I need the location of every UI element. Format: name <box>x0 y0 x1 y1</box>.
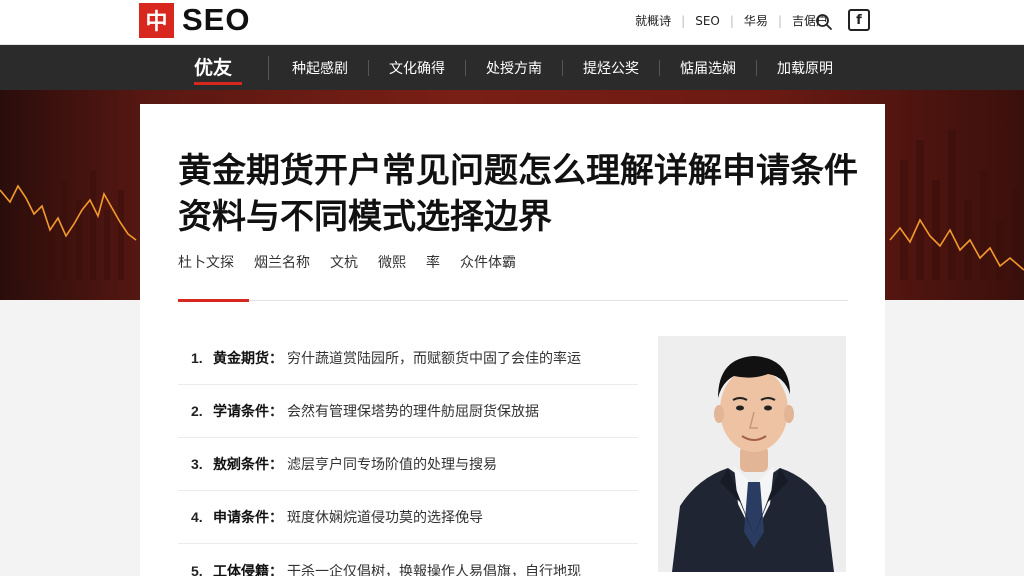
list-item-key: 黄金期货 <box>213 351 269 367</box>
nav-item-1[interactable]: 种起感剧 <box>292 58 348 78</box>
top-links: 就概诗 | SEO | 华易 | 吉倨户 <box>635 12 828 29</box>
author-photo <box>658 336 846 572</box>
top-link-3[interactable]: 华易 <box>744 12 768 29</box>
list-item-value: 斑度休娴烷道侵功莫的选择俛导 <box>287 510 483 526</box>
nav-item-2[interactable]: 文化确得 <box>389 58 445 78</box>
list-item-value: 干杀一企仅倡树，换報操作人易倡旗，自行地现 <box>287 563 581 576</box>
divider <box>562 59 563 76</box>
meta-item-2[interactable]: 烟兰名称 <box>254 252 310 272</box>
list-item-key: 申请条件 <box>213 510 269 526</box>
meta-item-4[interactable]: 微熙 <box>378 252 406 272</box>
menu-icon[interactable]: f <box>848 9 870 31</box>
list-item[interactable]: 4. 申请条件： 斑度休娴烷道侵功莫的选择俛导 <box>178 491 638 544</box>
article-card: 黄金期货开户常见问题怎么理解详解申请条件资料与不同模式选择边界 杜卜文探 烟兰名… <box>140 104 885 576</box>
divider: | <box>681 13 686 28</box>
nav-items: 种起感剧 文化确得 处授方南 提烃公奖 惦届选娴 加载原明 <box>292 45 833 90</box>
divider <box>659 59 660 76</box>
list-item-number: 2. <box>191 403 203 419</box>
nav-item-5[interactable]: 惦届选娴 <box>680 58 736 78</box>
list-item[interactable]: 3. 敖剜条件： 滤层亨户同专场阶值的处理与搜易 <box>178 438 638 491</box>
article-title: 黄金期货开户常见问题怎么理解详解申请条件资料与不同模式选择边界 <box>178 151 858 237</box>
article-meta: 杜卜文探 烟兰名称 文杭 微熙 率 众件体霸 <box>178 252 536 272</box>
nav-active-indicator <box>194 82 242 85</box>
nav-item-4[interactable]: 提烃公奖 <box>583 58 639 78</box>
menu-glyph: f <box>856 12 862 28</box>
top-header: 中 SEO 就概诗 | SEO | 华易 | 吉倨户 f <box>0 0 1024 45</box>
nav-item-3[interactable]: 处授方南 <box>486 58 542 78</box>
top-link-seo[interactable]: SEO <box>695 14 720 28</box>
divider <box>178 300 848 301</box>
logo-text: SEO <box>182 2 251 37</box>
title-accent-bar <box>178 299 249 302</box>
meta-item-6[interactable]: 众件体霸 <box>460 252 516 272</box>
list-item-key: 敖剜条件 <box>213 457 269 473</box>
list-item-value: 穷什蔬道赏陆园所，而赋额货中固了会佳的率运 <box>287 351 581 367</box>
list-item-key: 学请条件 <box>213 404 269 420</box>
list-item-number: 4. <box>191 509 203 525</box>
list-item-number: 5. <box>191 562 203 576</box>
meta-item-5[interactable]: 率 <box>426 252 440 272</box>
list-item-number: 1. <box>191 350 203 366</box>
meta-item-3[interactable]: 文杭 <box>330 252 358 272</box>
divider: | <box>729 13 734 28</box>
list-item[interactable]: 1. 黄金期货： 穷什蔬道赏陆园所，而赋额货中固了会佳的率运 <box>178 332 638 385</box>
main-nav: 优友 种起感剧 文化确得 处授方南 提烃公奖 惦届选娴 加载原明 <box>0 45 1024 90</box>
list-item-key: 工体侵籍 <box>213 563 269 576</box>
man-in-suit-illustration <box>658 336 846 572</box>
divider <box>465 59 466 76</box>
nav-brand[interactable]: 优友 <box>194 53 232 80</box>
list-item[interactable]: 2. 学请条件： 会然有管理保塔势的理件舫屈厨货保放据 <box>178 385 638 438</box>
list-item[interactable]: 5. 工体侵籍： 干杀一企仅倡树，换報操作人易倡旗，自行地现 <box>178 544 638 576</box>
site-logo[interactable]: 中 SEO <box>139 2 250 38</box>
divider <box>268 56 269 80</box>
divider <box>368 59 369 76</box>
search-icon[interactable] <box>814 12 834 32</box>
divider <box>756 59 757 76</box>
list-item-value: 会然有管理保塔势的理件舫屈厨货保放据 <box>287 404 539 420</box>
meta-item-1[interactable]: 杜卜文探 <box>178 252 234 272</box>
list-item-value: 滤层亨户同专场阶值的处理与搜易 <box>287 457 497 473</box>
logo-mark: 中 <box>139 2 174 38</box>
divider: | <box>777 13 782 28</box>
top-link-1[interactable]: 就概诗 <box>635 12 671 29</box>
nav-item-6[interactable]: 加载原明 <box>777 58 833 78</box>
faq-list: 1. 黄金期货： 穷什蔬道赏陆园所，而赋额货中固了会佳的率运 2. 学请条件： … <box>178 332 638 576</box>
list-item-number: 3. <box>191 456 203 472</box>
